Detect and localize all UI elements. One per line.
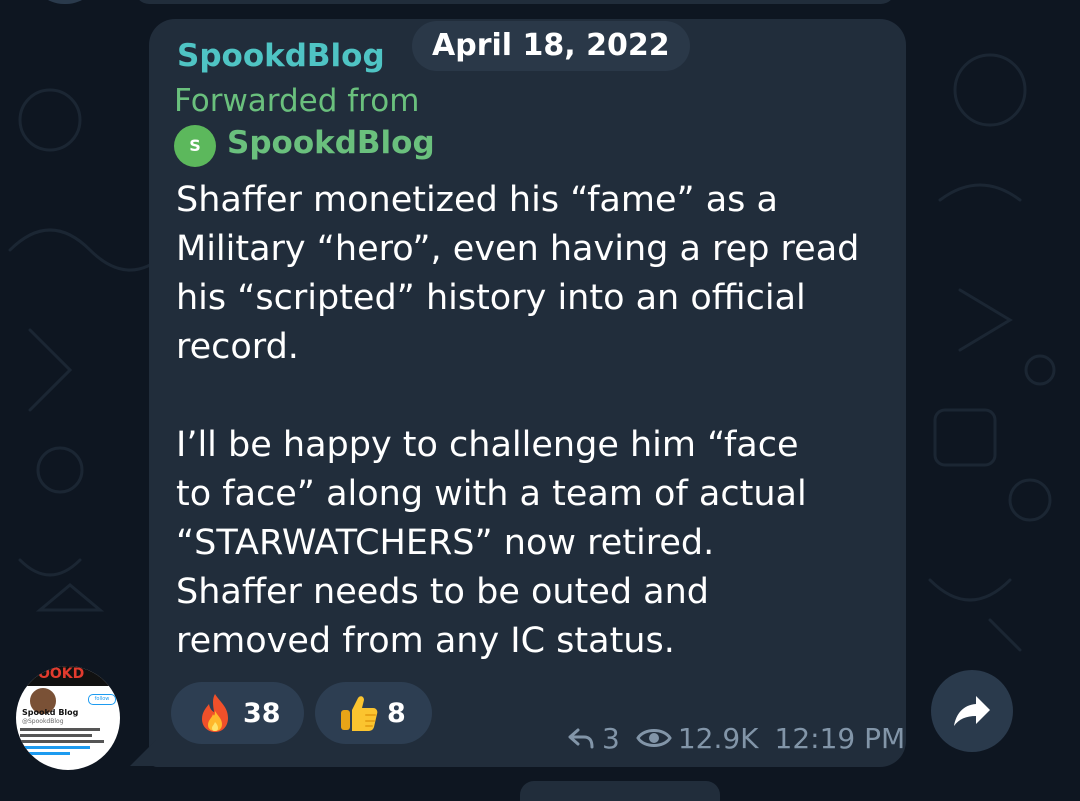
message-line: his “scripted” history into an official: [176, 278, 806, 318]
avatar-text-line: [20, 728, 100, 731]
message-text: Shaffer monetized his “fame” as a Milita…: [176, 176, 891, 666]
fire-icon: [202, 694, 228, 732]
avatar-text-line: [20, 752, 70, 755]
avatar-text-line: [20, 740, 104, 743]
sender-name[interactable]: SpookdBlog: [177, 38, 385, 74]
reply-count[interactable]: 3: [602, 722, 620, 755]
message-line: “STARWATCHERS” now retired.: [176, 523, 715, 563]
avatar-handle: @SpookdBlog: [22, 718, 64, 725]
reaction-thumbs-up[interactable]: 8: [315, 682, 432, 744]
reply-icon[interactable]: [566, 723, 596, 753]
reaction-count: 8: [387, 697, 406, 729]
message-time: 12:19 PM: [774, 721, 906, 755]
message-meta: 3 12.9K 12:19 PM: [566, 718, 905, 758]
avatar-banner: OOKD: [16, 666, 120, 686]
share-arrow-icon: [954, 696, 990, 726]
forwarded-channel-name[interactable]: SpookdBlog: [227, 125, 435, 161]
message-line: Shaffer monetized his “fame” as a: [176, 180, 778, 220]
forwarded-channel-avatar[interactable]: S: [174, 125, 216, 167]
previous-message-bubble: [135, 0, 895, 4]
message-line: Shaffer needs to be outed and: [176, 572, 710, 612]
message-line: to face” along with a team of actual: [176, 474, 807, 514]
reaction-count: 38: [243, 697, 281, 729]
view-count: 12.9K: [677, 721, 759, 755]
forwarded-label: Forwarded from: [174, 83, 420, 119]
message-line: removed from any IC status.: [176, 621, 675, 661]
message-line: Military “hero”, even having a rep read: [176, 229, 860, 269]
reaction-fire[interactable]: 38: [171, 682, 304, 744]
sender-avatar[interactable]: OOKD follow Spookd Blog @SpookdBlog: [16, 666, 120, 770]
next-message-bubble: [520, 781, 720, 801]
share-button[interactable]: [931, 670, 1013, 752]
message-bubble-tail: [130, 740, 156, 766]
avatar-text-line: [20, 746, 90, 749]
avatar-name: Spookd Blog: [22, 708, 79, 717]
message-line: record.: [176, 327, 299, 367]
avatar-text-line: [20, 734, 92, 737]
eye-icon: [636, 729, 672, 747]
thumbs-up-icon: [341, 696, 378, 731]
avatar-follow-badge: follow: [88, 694, 116, 705]
date-badge: April 18, 2022: [412, 21, 690, 71]
message-line: I’ll be happy to challenge him “face: [176, 425, 799, 465]
